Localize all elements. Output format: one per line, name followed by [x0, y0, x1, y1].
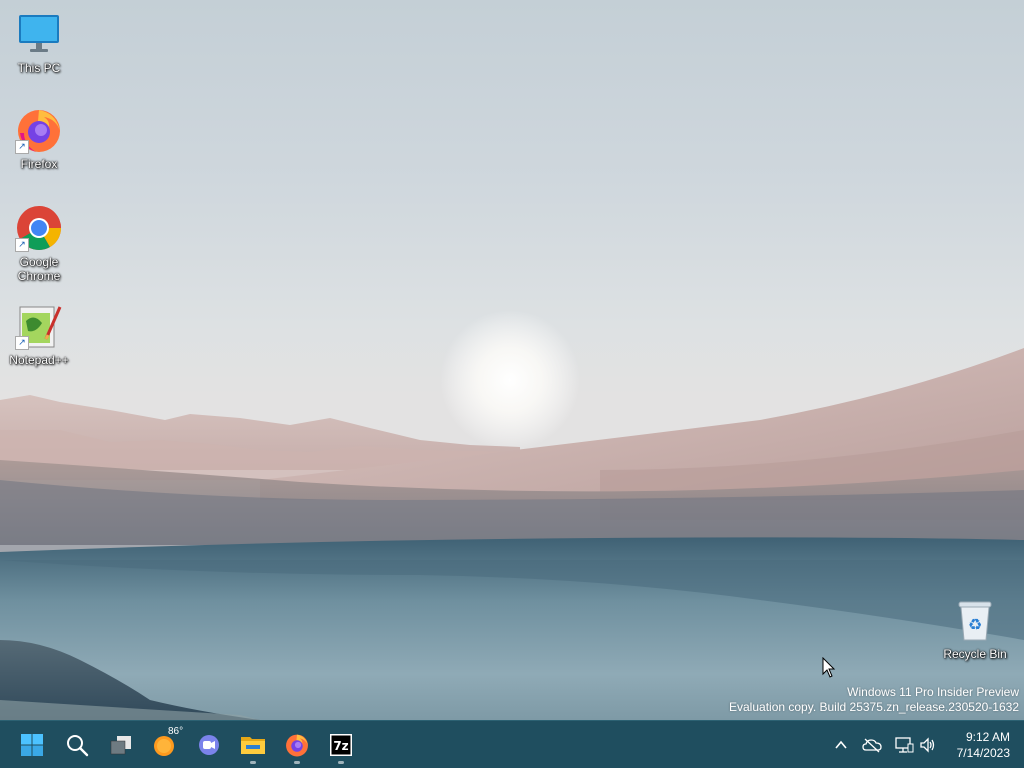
desktop-icon-recycle-bin[interactable]: ♻ Recycle Bin: [937, 596, 1013, 661]
start-button[interactable]: [12, 725, 52, 765]
search-icon: [67, 735, 89, 757]
running-indicator: [250, 761, 256, 764]
desktop[interactable]: This PC ↗ Firefox ↗ Google Chrome ↗ Note…: [0, 0, 1024, 720]
weather-temp: 86°: [168, 726, 184, 737]
clock-date: 7/14/2023: [956, 746, 1010, 760]
onedrive-tray-button[interactable]: [860, 733, 884, 757]
windows-start-icon: [21, 734, 43, 756]
windows-watermark: Windows 11 Pro Insider Preview Evaluatio…: [729, 685, 1019, 715]
taskbar-clock[interactable]: 9:12 AM 7/14/2023: [957, 729, 1010, 761]
onedrive-offline-icon: [862, 738, 882, 753]
7zip-icon: 7z: [330, 734, 352, 756]
firefox-icon: [286, 734, 308, 757]
desktop-icon-label: Notepad++: [9, 353, 69, 367]
svg-text:♻: ♻: [968, 615, 982, 634]
shortcut-arrow-icon: ↗: [15, 336, 29, 350]
mouse-cursor-icon: [822, 657, 836, 678]
network-icon: [895, 737, 914, 753]
watermark-edition: Windows 11 Pro Insider Preview: [847, 685, 1019, 699]
clock-time: 9:12 AM: [965, 730, 1010, 744]
teams-chat-icon: [199, 735, 219, 755]
task-view-button[interactable]: [101, 725, 141, 765]
svg-text:7z: 7z: [333, 739, 348, 753]
running-indicator: [294, 761, 300, 764]
shortcut-arrow-icon: ↗: [15, 238, 29, 252]
network-tray-button[interactable]: [892, 733, 916, 757]
recycle-bin-icon: ♻: [951, 596, 999, 644]
notepadpp-icon: ↗: [15, 302, 63, 350]
show-hidden-icons-button[interactable]: [829, 733, 853, 757]
task-view-icon: [110, 736, 131, 755]
chevron-up-icon: [835, 740, 847, 749]
file-explorer-icon: [241, 737, 265, 754]
volume-icon: [920, 737, 935, 753]
running-indicator: [338, 761, 344, 764]
search-button[interactable]: [57, 725, 97, 765]
desktop-icon-notepadpp[interactable]: ↗ Notepad++: [1, 302, 77, 367]
watermark-build: Evaluation copy. Build 25375.zn_release.…: [729, 700, 1019, 714]
firefox-icon: ↗: [15, 106, 63, 154]
firefox-taskbar-button[interactable]: [277, 725, 317, 765]
chrome-icon: ↗: [15, 204, 63, 252]
monitor-icon: [15, 10, 63, 58]
desktop-icon-label: Firefox: [20, 157, 58, 171]
weather-widget-button[interactable]: 86°: [145, 725, 185, 765]
7zip-taskbar-button[interactable]: 7z: [321, 725, 361, 765]
desktop-icon-this-pc[interactable]: This PC: [1, 10, 77, 75]
desktop-icon-label: Recycle Bin: [943, 647, 1007, 661]
wallpaper: [0, 310, 1024, 720]
file-explorer-button[interactable]: [233, 725, 273, 765]
desktop-icon-label: This PC: [17, 61, 61, 75]
desktop-icon-firefox[interactable]: ↗ Firefox: [1, 106, 77, 171]
volume-tray-button[interactable]: [916, 733, 940, 757]
desktop-icon-label: Google Chrome: [17, 255, 61, 283]
teams-chat-button[interactable]: [189, 725, 229, 765]
taskbar: 86° 7z 9:12 AM 7/14/2023: [0, 720, 1024, 768]
shortcut-arrow-icon: ↗: [15, 140, 29, 154]
desktop-icon-google-chrome[interactable]: ↗ Google Chrome: [1, 204, 77, 283]
